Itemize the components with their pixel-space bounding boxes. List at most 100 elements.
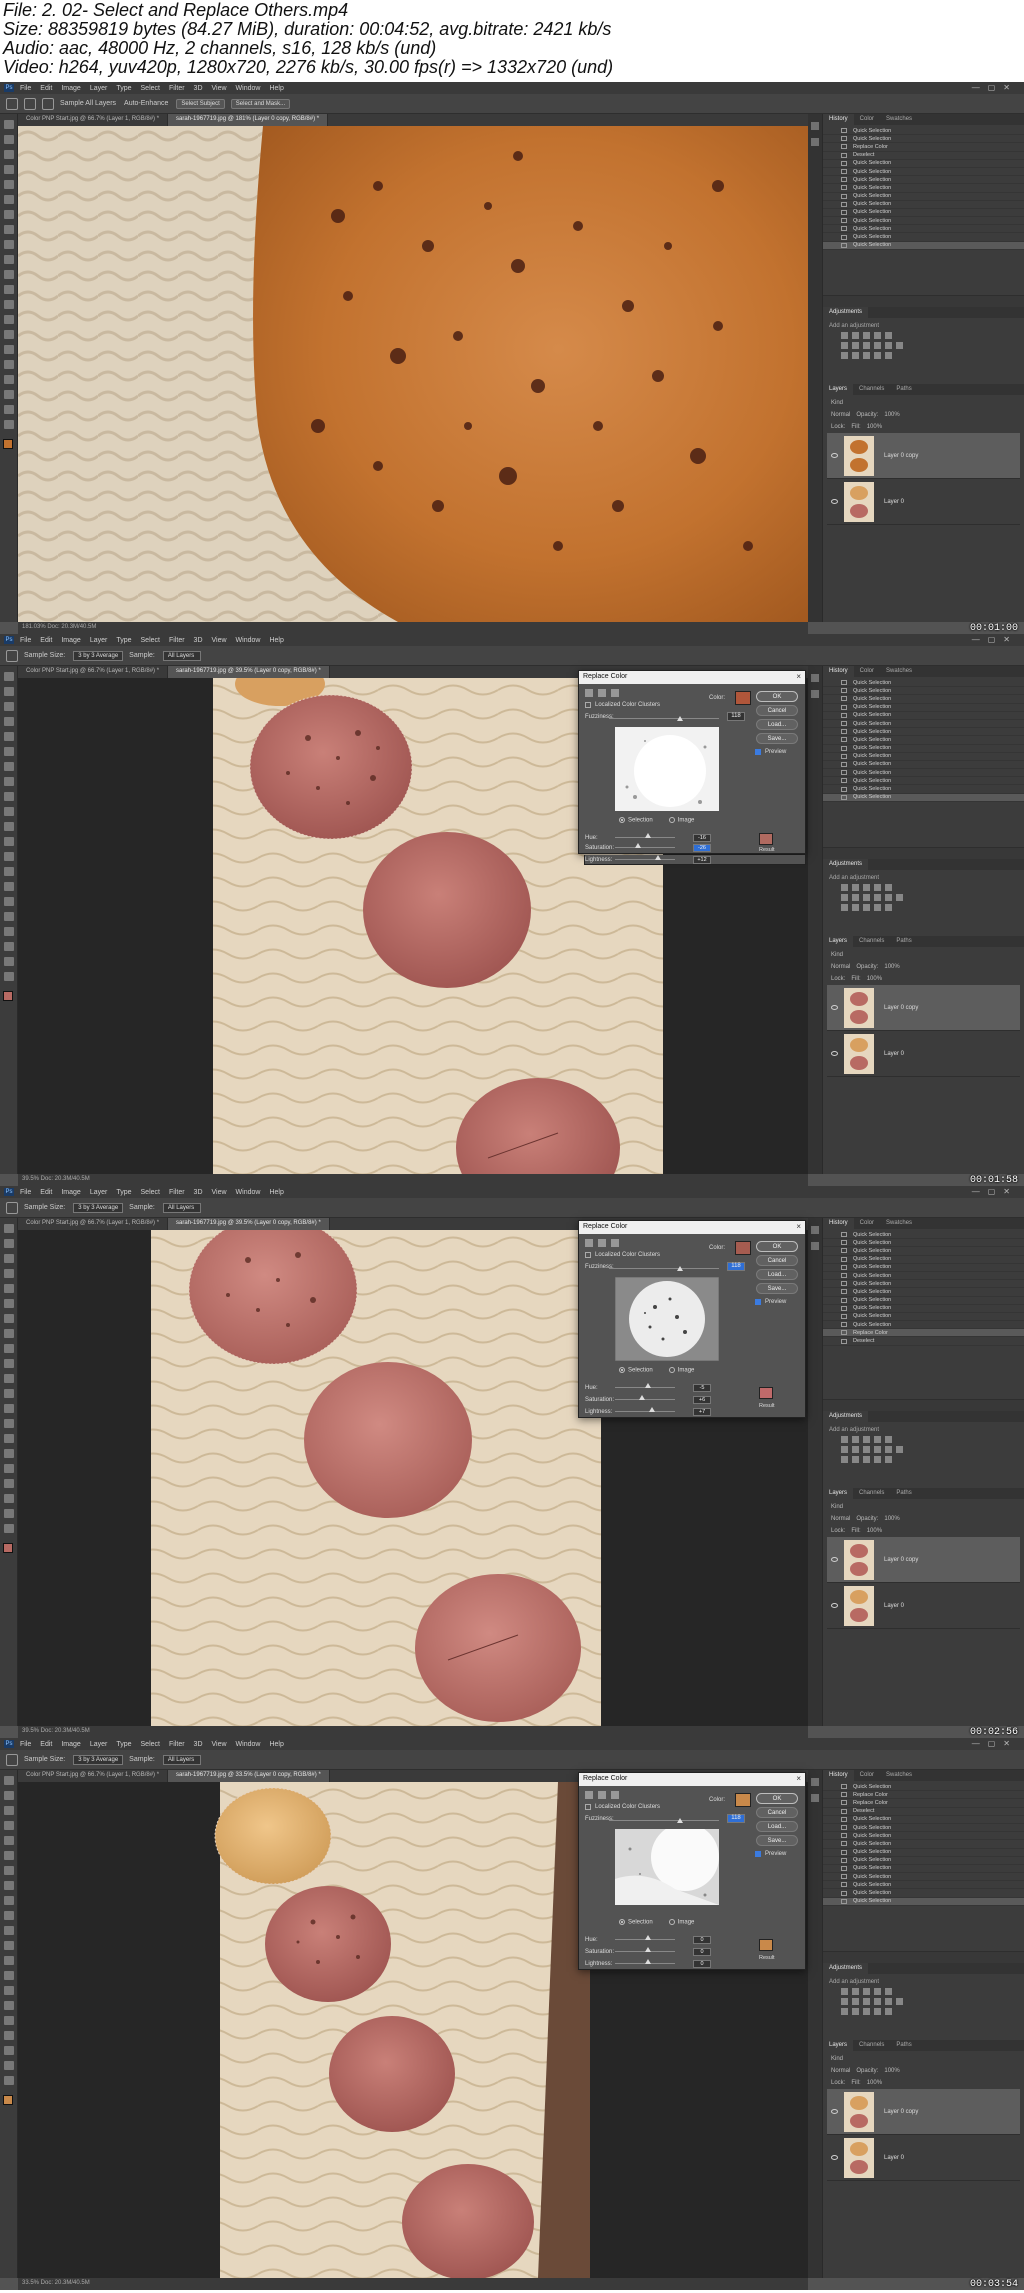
path-select-tool-icon[interactable] (4, 927, 14, 936)
lookup-icon[interactable] (896, 342, 903, 349)
sample-size-select[interactable]: 3 by 3 Average (73, 1754, 124, 1765)
history-item[interactable]: Quick Selection (823, 1264, 1024, 1272)
sample-size-select[interactable]: 3 by 3 Average (73, 650, 124, 661)
brush-panel-icon[interactable] (811, 138, 819, 146)
cancel-button[interactable]: Cancel (756, 1255, 798, 1266)
history-item[interactable]: Quick Selection (823, 168, 1024, 177)
lightness-value[interactable]: +7 (693, 1407, 711, 1416)
tab-color[interactable]: Color (854, 666, 880, 677)
sample-size-select[interactable]: 3 by 3 Average (73, 1202, 124, 1213)
eraser-tool-icon[interactable] (4, 1389, 14, 1398)
history-item[interactable]: Quick Selection (823, 695, 1024, 704)
fuzziness-slider[interactable] (609, 1820, 719, 1821)
menu-edit[interactable]: Edit (40, 1741, 52, 1748)
crop-tool-icon[interactable] (4, 1284, 14, 1293)
brush-tool-icon[interactable] (4, 1344, 14, 1353)
menu-layer[interactable]: Layer (90, 1741, 108, 1748)
menu-3d[interactable]: 3D (194, 85, 203, 92)
layer-row-top[interactable]: Layer 0 copy (827, 985, 1020, 1031)
photo-filter-icon[interactable] (874, 342, 881, 349)
zoom-tool-icon[interactable] (4, 972, 14, 981)
opacity-value[interactable]: 100% (884, 2068, 899, 2074)
hue-value[interactable]: -16 (693, 833, 711, 842)
tab-channels[interactable]: Channels (853, 1488, 890, 1499)
fill-value[interactable]: 100% (867, 424, 882, 430)
lasso-tool-icon[interactable] (4, 1806, 14, 1815)
history-item[interactable]: Quick Selection (823, 1280, 1024, 1289)
stamp-tool-icon[interactable] (4, 1359, 14, 1368)
sample-select[interactable]: All Layers (162, 650, 201, 661)
hand-tool-icon[interactable] (4, 957, 14, 966)
lightness-value[interactable]: +12 (693, 855, 711, 864)
history-item[interactable]: Quick Selection (823, 1783, 1024, 1792)
history-item[interactable]: Quick Selection (823, 1239, 1024, 1248)
history-item[interactable]: Replace Color (823, 1799, 1024, 1808)
layer-row-bottom[interactable]: Layer 0 (827, 1031, 1020, 1077)
image-radio[interactable]: Image (668, 817, 694, 824)
menu-window[interactable]: Window (236, 1741, 261, 1748)
tab-adjustments[interactable]: Adjustments (823, 859, 869, 870)
tab-color[interactable]: Color (854, 1770, 880, 1781)
visibility-eye-icon[interactable] (831, 1603, 838, 1608)
levels-icon[interactable] (852, 884, 859, 891)
hue-slider[interactable] (615, 833, 675, 838)
menu-edit[interactable]: Edit (40, 637, 52, 644)
brush-add-icon[interactable] (24, 97, 36, 110)
menu-filter[interactable]: Filter (169, 637, 185, 644)
invert-icon[interactable] (841, 1456, 848, 1463)
history-item[interactable]: Quick Selection (823, 679, 1024, 688)
gradient-tool-icon[interactable] (4, 1404, 14, 1413)
lightness-slider[interactable] (615, 1959, 675, 1964)
move-tool-icon[interactable] (4, 120, 14, 129)
stamp-tool-icon[interactable] (4, 255, 14, 264)
gradient-map-icon[interactable] (874, 1456, 881, 1463)
brightness-icon[interactable] (841, 1436, 848, 1443)
eyedropper-plus-icon[interactable] (598, 1791, 606, 1799)
history-item[interactable]: Quick Selection (823, 769, 1024, 778)
menu-file[interactable]: File (20, 85, 31, 92)
saturation-slider[interactable] (615, 1947, 675, 1952)
play-icon[interactable] (811, 1778, 819, 1786)
selection-radio[interactable]: Selection (619, 817, 653, 824)
dodge-tool-icon[interactable] (4, 1434, 14, 1443)
tab-document-1[interactable]: Color PNP Start.jpg @ 66.7% (Layer 1, RG… (18, 1218, 169, 1230)
history-brush-tool-icon[interactable] (4, 1926, 14, 1935)
tab-adjustments[interactable]: Adjustments (823, 1411, 869, 1422)
eyedropper-icon[interactable] (585, 1791, 593, 1799)
menu-select[interactable]: Select (141, 1189, 160, 1196)
image-radio[interactable]: Image (668, 1919, 694, 1926)
visibility-eye-icon[interactable] (831, 1005, 838, 1010)
lasso-tool-icon[interactable] (4, 1254, 14, 1263)
eyedropper-minus-icon[interactable] (611, 1239, 619, 1247)
history-item[interactable]: Quick Selection (823, 728, 1024, 737)
hue-sat-icon[interactable] (841, 894, 848, 901)
blend-mode-select[interactable]: Normal (831, 2068, 850, 2074)
tab-swatches[interactable]: Swatches (880, 1218, 918, 1229)
history-item[interactable]: Quick Selection (823, 176, 1024, 185)
channel-mixer-icon[interactable] (885, 1446, 892, 1453)
dodge-tool-icon[interactable] (4, 1986, 14, 1995)
menu-select[interactable]: Select (141, 637, 160, 644)
history-item[interactable]: Quick Selection (823, 785, 1024, 794)
menu-image[interactable]: Image (61, 85, 80, 92)
brush-tool-icon[interactable] (4, 1896, 14, 1905)
gradient-map-icon[interactable] (874, 904, 881, 911)
menu-type[interactable]: Type (116, 85, 131, 92)
opacity-value[interactable]: 100% (884, 412, 899, 418)
blur-tool-icon[interactable] (4, 1971, 14, 1980)
lightness-slider[interactable] (615, 855, 675, 860)
history-item[interactable]: Replace Color (823, 1791, 1024, 1800)
history-item[interactable]: Quick Selection (823, 209, 1024, 218)
tab-document-2[interactable]: sarah-1967719.jpg @ 181% (Layer 0 copy, … (168, 114, 329, 126)
sample-select[interactable]: All Layers (162, 1202, 201, 1213)
healing-tool-icon[interactable] (4, 1881, 14, 1890)
marquee-tool-icon[interactable] (4, 135, 14, 144)
curves-icon[interactable] (863, 1436, 870, 1443)
zoom-tool-icon[interactable] (4, 420, 14, 429)
localized-clusters-checkbox[interactable]: Localized Color Clusters (585, 1252, 660, 1258)
history-item[interactable]: Replace Color (823, 1329, 1024, 1338)
eyedropper-tool-icon[interactable] (4, 210, 14, 219)
history-item[interactable]: Quick Selection (823, 753, 1024, 761)
ok-button[interactable]: OK (756, 1241, 798, 1252)
history-item[interactable]: Quick Selection (823, 217, 1024, 226)
